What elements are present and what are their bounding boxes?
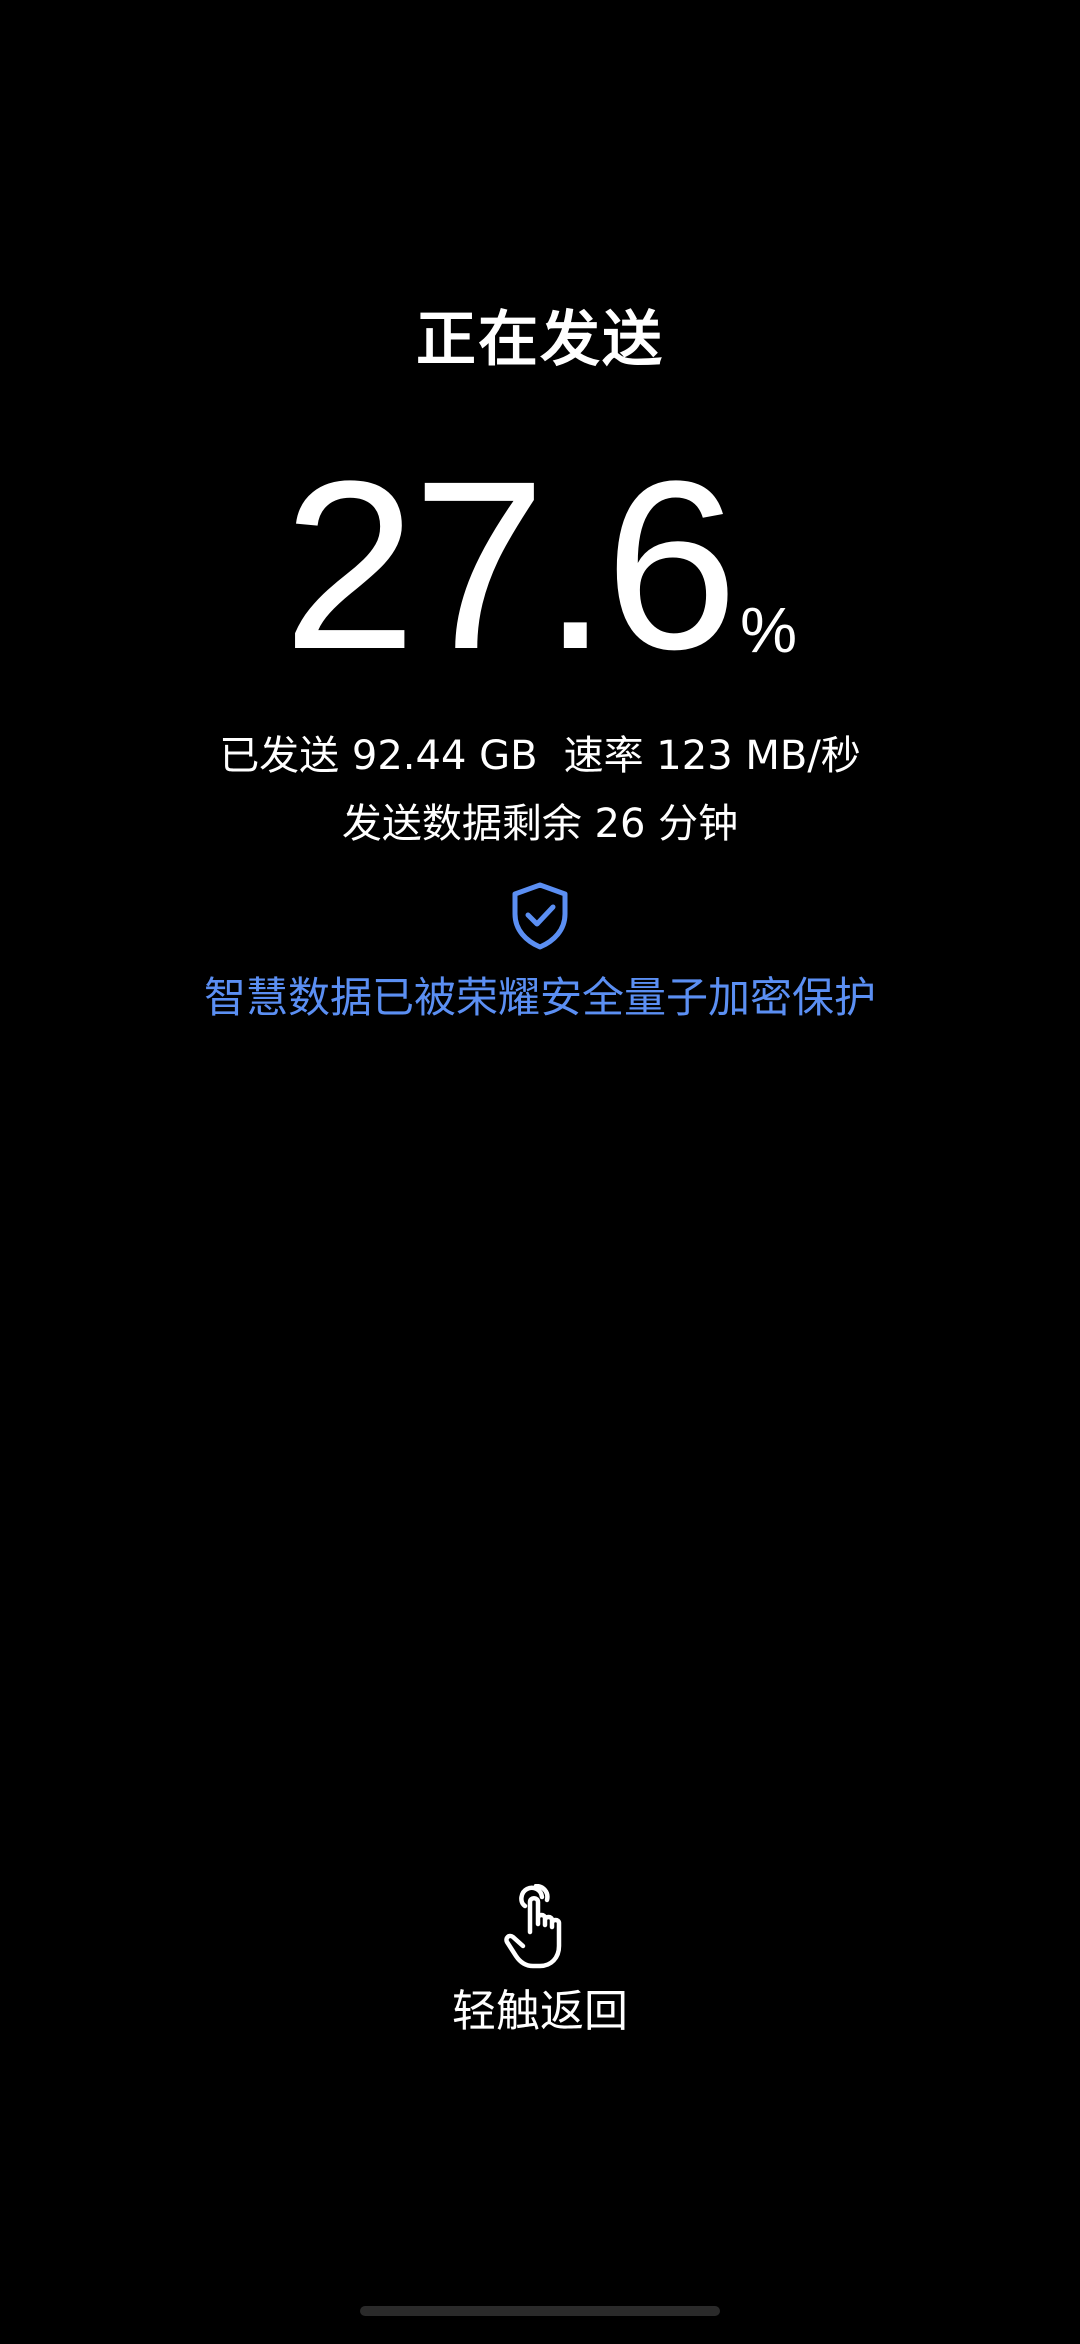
security-message: 智慧数据已被荣耀安全量子加密保护 [203,973,876,1022]
home-indicator[interactable] [360,2306,720,2316]
progress-unit: % [740,594,797,666]
transfer-screen: 正在发送 27.6 % 已发送 92.44 GB 速率 123 MB/秒 发送数据… [0,0,1080,2344]
page-title: 正在发送 [416,305,664,375]
remaining-time: 发送数据剩余 26 分钟 [341,801,739,847]
sent-label: 已发送 [219,733,340,779]
shield-check-icon [512,882,568,950]
progress-percentage: 27.6 % [0,431,1080,699]
hand-tap-icon [504,1884,562,1969]
sent-value: 92.44 GB [351,733,538,779]
transfer-stats: 已发送 92.44 GB 速率 123 MB/秒 [0,728,1080,784]
tap-to-return-label: 轻触返回 [452,1986,628,2037]
rate-label: 速率 [563,733,644,779]
rate-value: 123 MB/秒 [656,733,861,779]
tap-to-return-button[interactable]: 轻触返回 [390,1870,690,2050]
progress-value: 27.6 [282,431,738,699]
